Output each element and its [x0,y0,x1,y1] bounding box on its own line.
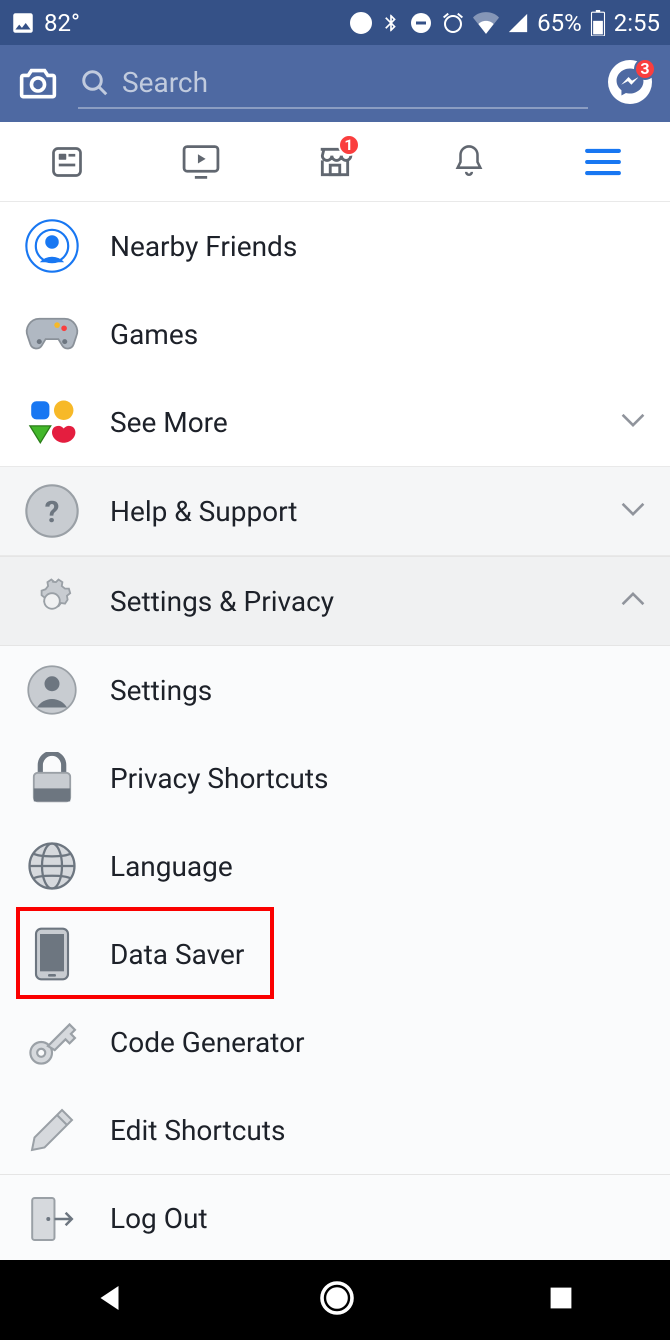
chevron-down-icon [620,501,646,521]
hamburger-icon [584,147,622,177]
help-icon: ? [24,483,80,539]
menu-label: See More [110,406,590,439]
android-status-bar: 82° 65% 2:55 [0,0,670,45]
search-input[interactable] [122,66,586,99]
logout-icon [24,1191,80,1247]
battery-icon [590,10,606,36]
settings-privacy-subsection: Settings Privacy Shortcuts Language Data… [0,646,670,1262]
chevron-up-icon [620,591,646,611]
svg-text:?: ? [45,495,60,530]
android-nav-bar [0,1260,670,1340]
menu-item-edit-shortcuts[interactable]: Edit Shortcuts [0,1086,670,1174]
nav-recent-button[interactable] [548,1285,574,1315]
lock-icon [24,750,80,806]
chevron-down-icon [620,412,646,432]
menu-label: Games [110,318,646,351]
gear-icon [24,573,80,629]
menu-item-games[interactable]: Games [0,290,670,378]
bluetooth-icon [381,11,401,35]
battery-percent-text: 65% [537,9,582,37]
menu-label: Data Saver [110,938,646,971]
menu-item-language[interactable]: Language [0,822,670,910]
tab-watch[interactable] [134,122,268,201]
image-icon [10,10,36,36]
menu-label: Settings [110,674,646,707]
games-icon [24,306,80,362]
menu-item-data-saver[interactable]: Data Saver [0,910,670,998]
menu-item-log-out[interactable]: Log Out [0,1174,670,1262]
menu-label: Help & Support [110,495,590,528]
tab-notifications[interactable] [402,122,536,201]
news-feed-icon [49,144,85,180]
phone-icon [24,926,80,982]
menu-list: Nearby Friends Games See More ? Help & S… [0,202,670,1262]
menu-item-privacy-shortcuts[interactable]: Privacy Shortcuts [0,734,670,822]
marketplace-badge: 1 [338,134,360,156]
menu-item-see-more[interactable]: See More [0,378,670,466]
tab-menu[interactable] [536,122,670,201]
menu-label: Log Out [110,1202,646,1235]
menu-label: Nearby Friends [110,230,646,263]
menu-label: Privacy Shortcuts [110,762,646,795]
menu-label: Edit Shortcuts [110,1114,646,1147]
pencil-icon [24,1102,80,1158]
globe-icon [24,838,80,894]
menu-item-help-support[interactable]: ? Help & Support [0,467,670,555]
search-field-wrap[interactable] [78,58,588,109]
tab-marketplace[interactable]: 1 [268,122,402,201]
nav-back-button[interactable] [96,1283,126,1317]
menu-item-code-generator[interactable]: Code Generator [0,998,670,1086]
cellular-icon [507,12,529,34]
status-right: 65% 2:55 [349,9,660,37]
wifi-icon [473,12,499,34]
menu-label: Code Generator [110,1026,646,1059]
temperature-text: 82° [44,9,80,37]
nearby-friends-icon [24,218,80,274]
menu-item-settings[interactable]: Settings [0,646,670,734]
see-more-icon [24,394,80,450]
search-icon [80,68,110,98]
app-header: 3 [0,45,670,122]
tab-bar: 1 [0,122,670,202]
menu-label: Language [110,850,646,883]
menu-item-nearby-friends[interactable]: Nearby Friends [0,202,670,290]
messenger-badge: 3 [634,58,656,80]
menu-label: Settings & Privacy [110,585,590,618]
do-not-disturb-icon [409,11,433,35]
bell-icon [452,143,486,181]
status-left: 82° [10,9,80,37]
messenger-button[interactable]: 3 [608,60,652,108]
data-usage-icon [349,11,373,35]
watch-icon [181,143,221,181]
tab-news-feed[interactable] [0,122,134,201]
key-icon [24,1014,80,1070]
person-icon [24,662,80,718]
menu-item-settings-privacy[interactable]: Settings & Privacy [0,557,670,645]
clock-text: 2:55 [614,9,660,37]
camera-icon[interactable] [18,64,58,104]
alarm-icon [441,11,465,35]
nav-home-button[interactable] [319,1280,355,1320]
